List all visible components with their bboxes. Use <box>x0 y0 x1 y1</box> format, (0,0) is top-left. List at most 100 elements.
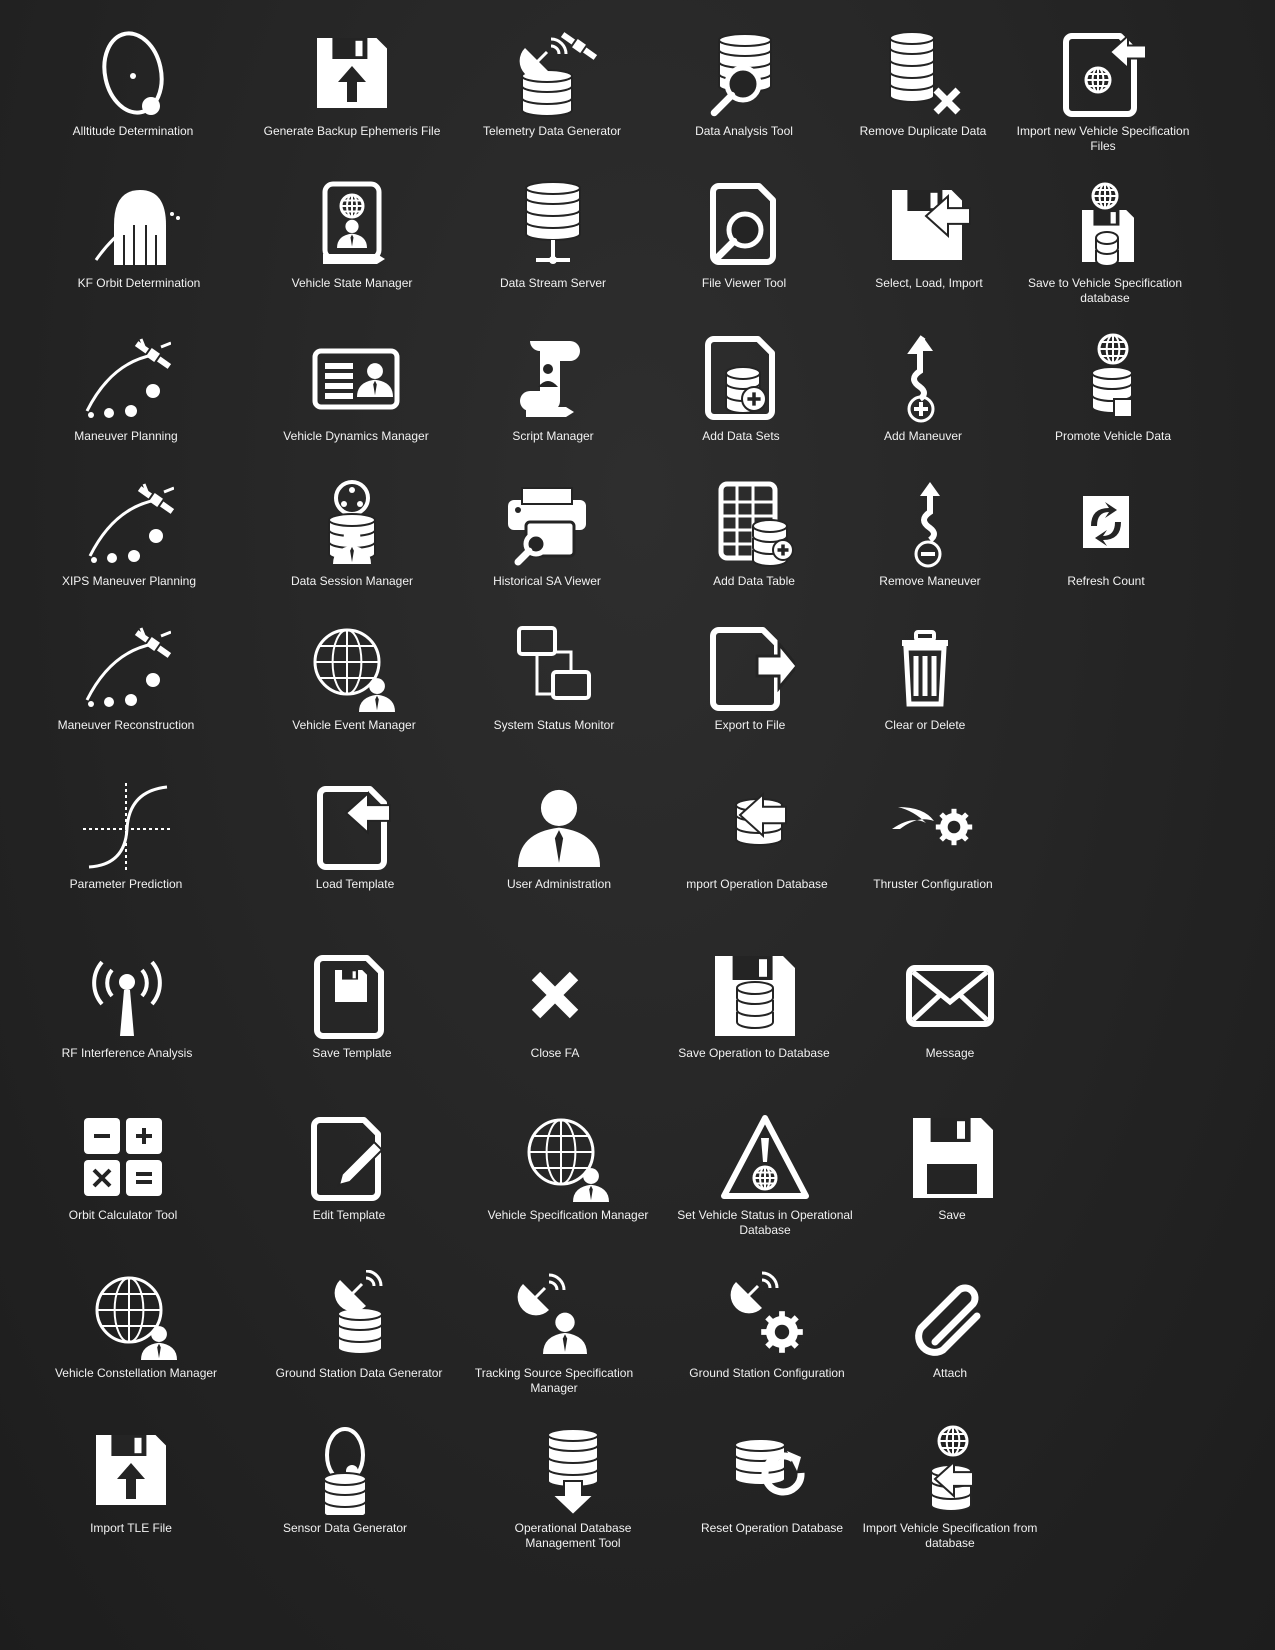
paperclip-icon <box>915 1284 981 1356</box>
globe-database-import-icon <box>930 1425 974 1512</box>
icon-tile-2-5[interactable]: Promote Vehicle Data <box>1018 333 1208 444</box>
document-globe-user-icon <box>322 181 385 264</box>
icon-tile-5-0[interactable]: Parameter Prediction <box>31 781 221 892</box>
icon-tile-2-1[interactable]: Vehicle Dynamics Manager <box>261 333 451 444</box>
icon-tile-1-2[interactable]: Data Stream Server <box>458 180 648 291</box>
icon-tile-9-0[interactable]: Import TLE File <box>36 1425 226 1536</box>
icon-label: Thruster Configuration <box>873 877 993 891</box>
icon-tile-8-1[interactable]: Ground Station Data Generator <box>264 1270 454 1381</box>
orbit-ellipse-icon <box>102 31 164 115</box>
icon-tile-2-2[interactable]: Script Manager <box>458 333 648 444</box>
icon-tile-1-1[interactable]: Vehicle State Manager <box>257 180 447 291</box>
icon-tile-8-4[interactable]: Attach <box>855 1270 1045 1381</box>
icon-tile-3-2[interactable]: Historical SA Viewer <box>452 478 642 589</box>
icon-tile-6-3[interactable]: Save Operation to Database <box>659 950 849 1061</box>
icon-tile-9-3[interactable]: Reset Operation Database <box>677 1425 867 1536</box>
icon-tile-3-3[interactable]: Add Data Table <box>659 478 849 589</box>
floppy-import-icon <box>892 190 971 260</box>
icon-tile-4-0[interactable]: Maneuver Reconstruction <box>31 622 221 733</box>
icon-tile-0-4[interactable]: Remove Duplicate Data <box>828 28 1018 139</box>
icon-label: Script Manager <box>512 429 594 443</box>
icon-tile-3-0[interactable]: XIPS Maneuver Planning <box>34 478 224 589</box>
icon-label: Ground Station Data Generator <box>275 1366 443 1380</box>
icon-label: Data Session Manager <box>290 574 414 588</box>
floppy-upload-icon <box>96 1435 166 1505</box>
icon-label: Message <box>925 1046 975 1060</box>
envelope-icon <box>906 965 994 1027</box>
icon-tile-3-5[interactable]: Refresh Count <box>1011 478 1201 589</box>
icon-tile-6-2[interactable]: Close FA <box>460 950 650 1061</box>
icon-label: Refresh Count <box>1067 574 1145 588</box>
icon-tile-0-3[interactable]: Data Analysis Tool <box>649 28 839 139</box>
icon-tile-4-3[interactable]: Export to File <box>655 622 845 733</box>
icon-tile-4-4[interactable]: Clear or Delete <box>830 622 1020 733</box>
icon-tile-0-5[interactable]: Import new Vehicle Specification Files <box>1008 28 1198 154</box>
bell-curve-orbit-icon <box>94 190 180 265</box>
icon-tile-7-1[interactable]: Edit Template <box>254 1112 444 1223</box>
satellite-database-icon <box>519 32 597 117</box>
path-add-icon <box>907 335 935 423</box>
icon-tile-8-3[interactable]: Ground Station Configuration <box>672 1270 862 1381</box>
globe-user-icon <box>527 1118 609 1202</box>
icon-tile-8-0[interactable]: Vehicle Constellation Manager <box>41 1270 231 1381</box>
icon-label: Add Data Table <box>713 574 795 588</box>
icon-tile-4-1[interactable]: Vehicle Event Manager <box>259 622 449 733</box>
icon-tile-7-2[interactable]: Vehicle Specification Manager <box>473 1112 663 1223</box>
satellite-dish-user-icon <box>517 1273 587 1354</box>
icon-tile-3-4[interactable]: Remove Maneuver <box>835 478 1025 589</box>
icon-tile-9-2[interactable]: Operational Database Management Tool <box>478 1425 668 1551</box>
orbit-database-icon <box>323 1427 367 1515</box>
icon-tile-5-3[interactable]: mport Operation Database <box>662 781 852 892</box>
icon-label: Export to File <box>714 718 786 732</box>
icon-label: Edit Template <box>312 1208 386 1222</box>
icon-label: User Administration <box>506 877 612 891</box>
icon-label: Save to Vehicle Specification database <box>1027 276 1183 305</box>
file-floppy-icon <box>314 955 384 1039</box>
icon-tile-1-3[interactable]: File Viewer Tool <box>649 180 839 291</box>
icon-tile-6-0[interactable]: RF Interference Analysis <box>32 950 222 1061</box>
icon-label: Promote Vehicle Data <box>1054 429 1172 443</box>
id-card-icon <box>312 348 400 410</box>
icon-tile-8-2[interactable]: Tracking Source Specification Manager <box>459 1270 649 1396</box>
icon-tile-1-5[interactable]: Save to Vehicle Specification database <box>1010 180 1200 306</box>
floppy-upload-icon <box>317 38 387 108</box>
icon-tile-1-0[interactable]: KF Orbit Determination <box>44 180 234 291</box>
database-server-icon <box>525 181 581 264</box>
icon-label: Vehicle Event Manager <box>292 718 416 732</box>
file-import-icon <box>317 786 391 870</box>
icon-tile-4-2[interactable]: System Status Monitor <box>459 622 649 733</box>
icon-tile-5-1[interactable]: Load Template <box>260 781 450 892</box>
icon-tile-5-4[interactable]: Thruster Configuration <box>838 781 1028 892</box>
icon-tile-7-4[interactable]: Save <box>857 1112 1047 1223</box>
icon-label: Alltitude Determination <box>72 124 194 138</box>
database-user-network-icon <box>328 480 376 564</box>
icon-label: Remove Maneuver <box>879 574 981 588</box>
script-scroll-icon <box>520 341 580 417</box>
icon-label: Generate Backup Ephemeris File <box>263 124 441 138</box>
icon-tile-6-4[interactable]: Message <box>855 950 1045 1061</box>
icon-tile-7-3[interactable]: Set Vehicle Status in Operational Databa… <box>670 1112 860 1238</box>
database-magnifier-icon <box>710 33 772 117</box>
satellite-dish-gear-icon <box>730 1271 803 1353</box>
globe-user-icon <box>95 1276 177 1360</box>
icon-label: Vehicle Specification Manager <box>487 1208 649 1222</box>
icon-label: RF Interference Analysis <box>61 1046 193 1060</box>
icon-tile-9-1[interactable]: Sensor Data Generator <box>250 1425 440 1536</box>
icon-tile-2-3[interactable]: Add Data Sets <box>646 333 836 444</box>
icon-tile-5-2[interactable]: User Administration <box>464 781 654 892</box>
icon-tile-6-1[interactable]: Save Template <box>257 950 447 1061</box>
thruster-gear-icon <box>892 807 973 846</box>
globe-floppy-database-icon <box>1082 182 1134 267</box>
icon-tile-2-4[interactable]: Add Maneuver <box>828 333 1018 444</box>
icon-label: Save <box>938 1208 966 1222</box>
satellite-trajectory-icon <box>85 338 171 418</box>
icon-tile-0-1[interactable]: Generate Backup Ephemeris File <box>257 28 447 139</box>
icon-tile-3-1[interactable]: Data Session Manager <box>257 478 447 589</box>
icon-tile-0-2[interactable]: Telemetry Data Generator <box>457 28 647 139</box>
icon-tile-1-4[interactable]: Select, Load, Import <box>834 180 1024 291</box>
icon-tile-2-0[interactable]: Maneuver Planning <box>31 333 221 444</box>
icon-tile-0-0[interactable]: Alltitude Determination <box>38 28 228 139</box>
icon-tile-7-0[interactable]: Orbit Calculator Tool <box>28 1112 218 1223</box>
icon-label: Data Analysis Tool <box>695 124 793 138</box>
icon-tile-9-4[interactable]: Import Vehicle Specification from databa… <box>855 1425 1045 1551</box>
